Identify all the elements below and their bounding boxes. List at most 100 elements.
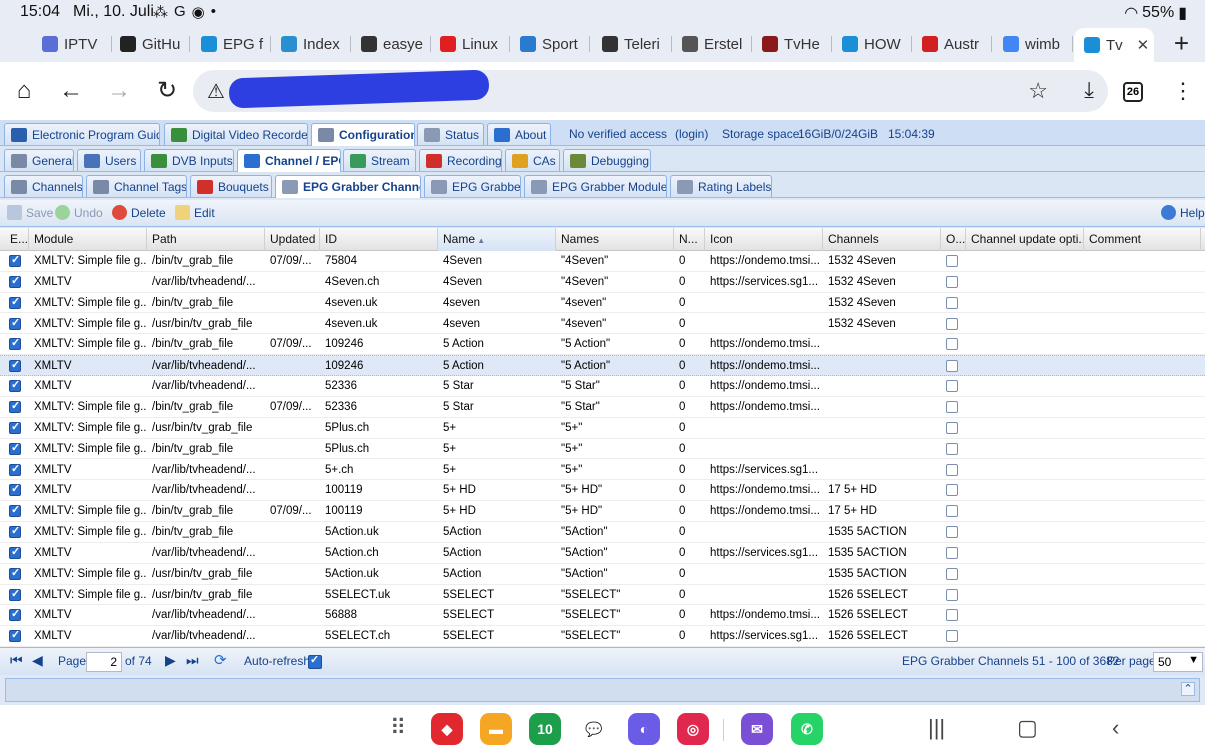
enabled-checkbox[interactable] [9,378,21,393]
download-icon[interactable]: ⤓ [1084,77,1094,103]
tab-rating-labels[interactable]: Rating Labels [670,175,772,197]
enabled-checkbox[interactable] [9,336,21,351]
home-nav-icon[interactable]: ▢ [1017,715,1038,741]
tab-stream[interactable]: Stream [343,149,416,171]
column-header[interactable]: Module [29,228,147,251]
override-checkbox[interactable] [946,505,958,518]
column-header[interactable]: Names [556,228,674,251]
override-checkbox[interactable] [946,588,958,601]
address-bar[interactable]: ⚠ 90081 ☆ ⤓ [193,69,1108,112]
column-header[interactable]: Comment [1084,228,1201,251]
warning-icon[interactable]: ⚠ [207,79,225,104]
login-link[interactable]: (login) [675,127,708,141]
enabled-checkbox[interactable] [9,628,21,643]
table-row[interactable]: XMLTV/var/lib/tvheadend/... 5+.ch 5+ "5+" 0 h… [0,460,1205,481]
browser-tab[interactable]: IPTV [34,30,112,58]
red-app-icon[interactable]: ◆ [431,713,463,745]
override-checkbox[interactable] [946,400,958,413]
tab-dvb-inputs[interactable]: DVB Inputs [144,149,234,171]
tab-channel-epg[interactable]: Channel / EPG [237,149,341,172]
per-page-select[interactable]: 50 ▼ [1153,652,1203,672]
browser-tab[interactable]: GitHu [112,30,190,58]
browser-tab[interactable]: Linux [432,30,510,58]
table-row[interactable]: XMLTV: Simple file g... /bin/tv_grab_file… [0,522,1205,543]
table-row[interactable]: XMLTV: Simple file g... /bin/tv_grab_file… [0,293,1205,314]
override-checkbox[interactable] [946,609,958,622]
tab-switcher-button[interactable]: 26 [1123,82,1143,102]
tab-bouquets[interactable]: Bouquets [190,175,272,197]
files-app-icon[interactable]: ▬ [480,713,512,745]
enabled-checkbox[interactable] [9,545,21,559]
override-checkbox[interactable] [946,567,958,580]
enabled-checkbox[interactable] [9,503,21,518]
auto-refresh-checkbox[interactable] [308,653,322,669]
next-page-icon[interactable]: ▶ [165,652,176,669]
first-page-icon[interactable]: ⏮ [10,652,23,669]
column-header[interactable]: Updated [265,228,320,251]
back-nav-icon[interactable]: ‹ [1112,715,1119,741]
recents-icon[interactable]: ||| [928,715,945,741]
enabled-checkbox[interactable] [9,274,21,288]
help-button[interactable]: Help [1161,205,1205,220]
internet-app-icon[interactable]: ◐ [628,713,660,745]
enabled-checkbox[interactable] [9,399,21,413]
camera-app-icon[interactable]: ◎ [677,713,709,745]
override-checkbox[interactable] [946,442,958,455]
forward-icon[interactable]: → [106,78,132,104]
reload-icon[interactable]: ↻ [154,78,180,104]
override-checkbox[interactable] [946,275,958,288]
save-button[interactable]: Save [7,205,53,220]
tab-status[interactable]: Status [417,123,484,145]
override-checkbox[interactable] [946,484,958,497]
table-row[interactable]: XMLTV: Simple file g... /usr/bin/tv_grab_… [0,418,1205,439]
bookmark-star-icon[interactable]: ☆ [1028,78,1048,104]
override-checkbox[interactable] [946,546,958,559]
column-header[interactable]: Name ▲ [438,228,556,251]
enabled-checkbox[interactable] [9,295,21,309]
close-icon[interactable]: ✕ [1137,36,1150,54]
browser-tab[interactable]: Erstel [674,30,752,58]
tab-epg-grabber-modules[interactable]: EPG Grabber Modules [524,175,667,197]
browser-tab[interactable]: Teleri [594,30,672,58]
override-checkbox[interactable] [946,317,958,330]
enabled-checkbox[interactable] [9,587,21,601]
tab-debugging[interactable]: Debugging [563,149,651,171]
refresh-icon[interactable]: ⟳ [214,651,227,669]
table-row[interactable]: XMLTV/var/lib/tvheadend/... 56888 5SELECT "… [0,605,1205,627]
column-header[interactable]: Path [147,228,265,251]
browser-tab[interactable]: Sport [512,30,590,58]
table-row[interactable]: XMLTV: Simple file g... /bin/tv_grab_file… [0,251,1205,272]
column-header[interactable]: Icon [705,228,823,251]
undo-button[interactable]: Undo [55,205,103,220]
table-row[interactable]: XMLTV/var/lib/tvheadend/... 4Seven.ch 4Sev… [0,272,1205,293]
browser-tab[interactable]: easye [353,30,431,58]
browser-tab[interactable]: EPG f [193,30,271,58]
app-drawer-icon[interactable]: ⠿ [390,715,406,741]
override-checkbox[interactable] [946,360,958,373]
tab-cas[interactable]: CAs [505,149,560,171]
table-row[interactable]: XMLTV: Simple file g... /bin/tv_grab_file… [0,397,1205,418]
browser-tab[interactable]: TvHe [754,30,832,58]
messages-app-icon[interactable]: 💬 [578,713,610,745]
enabled-checkbox[interactable] [9,524,21,539]
tab-configuration[interactable]: Configuration [311,123,415,146]
enabled-checkbox[interactable] [9,482,21,497]
tab-channels[interactable]: Channels [4,175,83,197]
override-checkbox[interactable] [946,255,958,267]
override-checkbox[interactable] [946,338,958,351]
edit-button[interactable]: Edit [175,205,215,220]
enabled-checkbox[interactable] [9,420,21,434]
table-row[interactable]: XMLTV/var/lib/tvheadend/... 5SELECT.ch 5SE… [0,626,1205,647]
column-header[interactable]: O... [941,228,966,251]
tab-channel-tags[interactable]: Channel Tags [86,175,187,197]
calendar-app-icon[interactable]: 10 [529,713,561,745]
table-row[interactable]: XMLTV: Simple file g... /bin/tv_grab_file… [0,501,1205,522]
enabled-checkbox[interactable] [9,607,21,622]
column-header[interactable]: N... [674,228,705,251]
email-app-icon[interactable]: ✉ [741,713,773,745]
enabled-checkbox[interactable] [9,462,21,476]
override-checkbox[interactable] [946,380,958,393]
tab-epg-grabber-channels[interactable]: EPG Grabber Channels [275,175,421,198]
browser-tab[interactable]: wimb [995,30,1073,58]
table-row[interactable]: XMLTV/var/lib/tvheadend/... 100119 5+ HD "5… [0,480,1205,502]
